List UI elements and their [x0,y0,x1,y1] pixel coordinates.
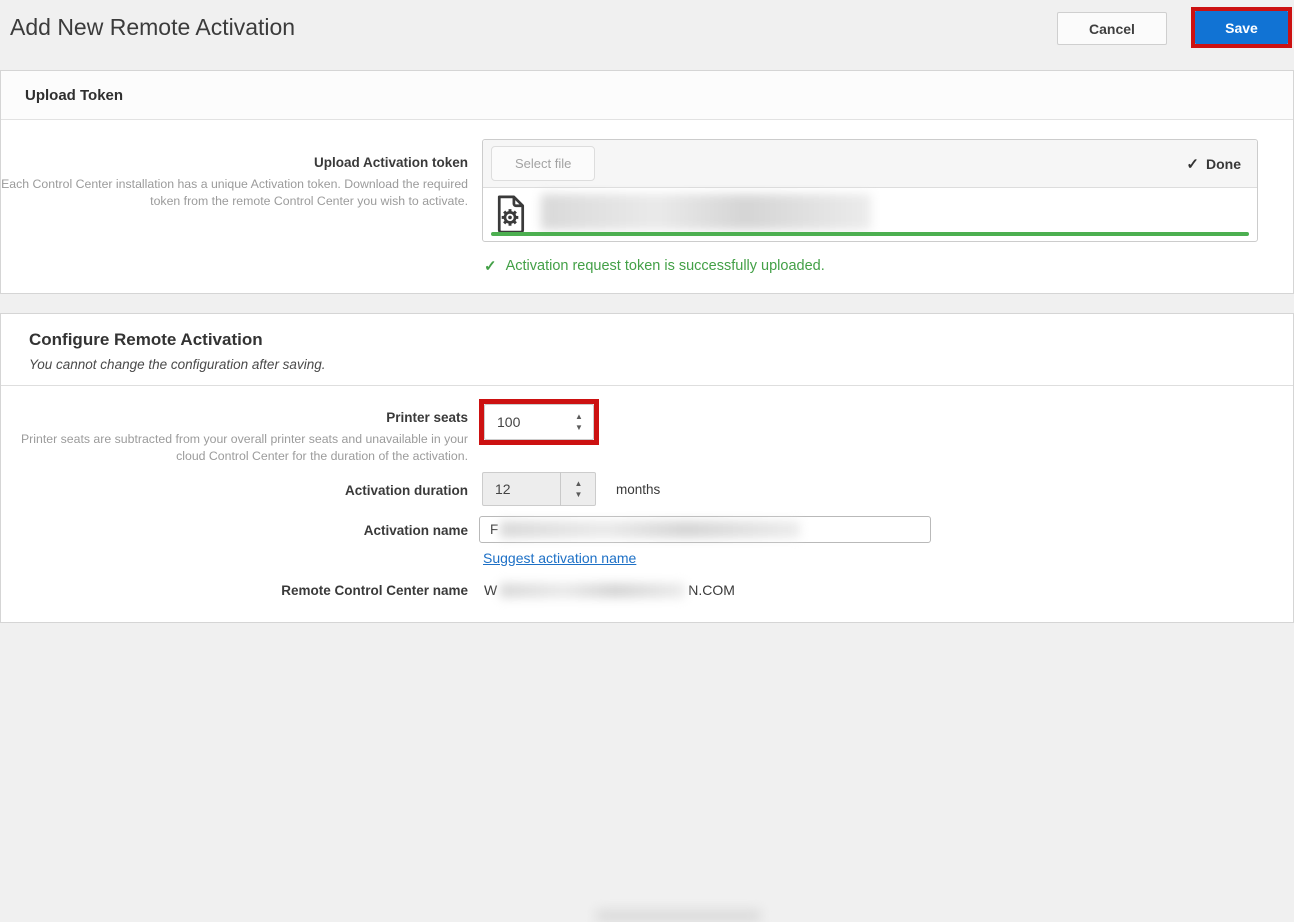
upload-activation-token-description: Each Control Center installation has a u… [1,177,468,209]
printer-seats-spinner: ▲ ▼ [484,404,594,440]
printer-seats-description: Printer seats are subtracted from your o… [20,432,468,464]
uploaded-file-row [483,188,1257,241]
activation-duration-arrows: ▲ ▼ [560,472,596,506]
activation-name-input[interactable]: F [479,516,931,543]
file-gear-icon [497,195,525,234]
activation-name-label: Activation name [363,523,468,538]
spin-up-icon[interactable]: ▲ [575,479,583,488]
months-label: months [616,482,661,497]
redacted-filename [541,193,871,230]
suggest-activation-name-link[interactable]: Suggest activation name [483,550,636,566]
printer-seats-label: Printer seats [386,410,468,425]
redacted-area [596,910,761,922]
upload-progress-bar [491,232,1249,236]
remote-cc-name-prefix: W [484,582,498,598]
save-annotation-box: Save [1191,7,1292,48]
check-icon: ✓ [1186,155,1199,173]
spin-down-icon[interactable]: ▼ [575,423,583,432]
configure-heading: Configure Remote Activation [29,330,263,349]
activation-duration-spinner: ▲ ▼ [482,472,596,506]
remote-cc-name-value: W N.COM [484,582,735,598]
upload-token-header: Upload Token [1,71,1293,120]
configure-note: You cannot change the configuration afte… [29,357,326,372]
upload-token-heading: Upload Token [25,86,124,104]
done-status: ✓ Done [1186,155,1241,173]
spin-up-icon[interactable]: ▲ [575,412,583,421]
success-text: Activation request token is successfully… [505,258,825,274]
redacted-remote-cc-name [500,582,686,598]
done-label: Done [1206,155,1241,172]
spin-down-icon[interactable]: ▼ [575,490,583,499]
success-check-icon: ✓ [484,258,497,275]
cancel-button[interactable]: Cancel [1057,12,1167,45]
upload-activation-token-label: Upload Activation token [313,155,468,170]
upload-dropzone: Select file ✓ Done [482,139,1258,242]
upload-success-message: ✓ Activation request token is successful… [484,257,825,275]
configure-section: Configure Remote Activation You cannot c… [0,313,1294,922]
activation-duration-label: Activation duration [344,483,468,498]
save-button[interactable]: Save [1195,11,1288,44]
remote-cc-name-label: Remote Control Center name [281,583,468,598]
upload-token-section: Upload Token Upload Activation token Eac… [0,70,1294,294]
configure-header: Configure Remote Activation You cannot c… [1,314,1293,386]
redacted-activation-name [500,521,801,538]
printer-seats-arrows: ▲ ▼ [564,404,594,440]
activation-name-visible-prefix: F [490,522,499,537]
printer-seats-annotation-box: ▲ ▼ [479,399,599,445]
remote-cc-name-suffix: N.COM [688,582,735,598]
select-file-button[interactable]: Select file [491,146,596,181]
upload-topbar: Select file ✓ Done [483,140,1257,188]
page-title: Add New Remote Activation [10,14,296,40]
upload-token-label-column: Upload Activation token Each Control Cen… [1,155,468,210]
